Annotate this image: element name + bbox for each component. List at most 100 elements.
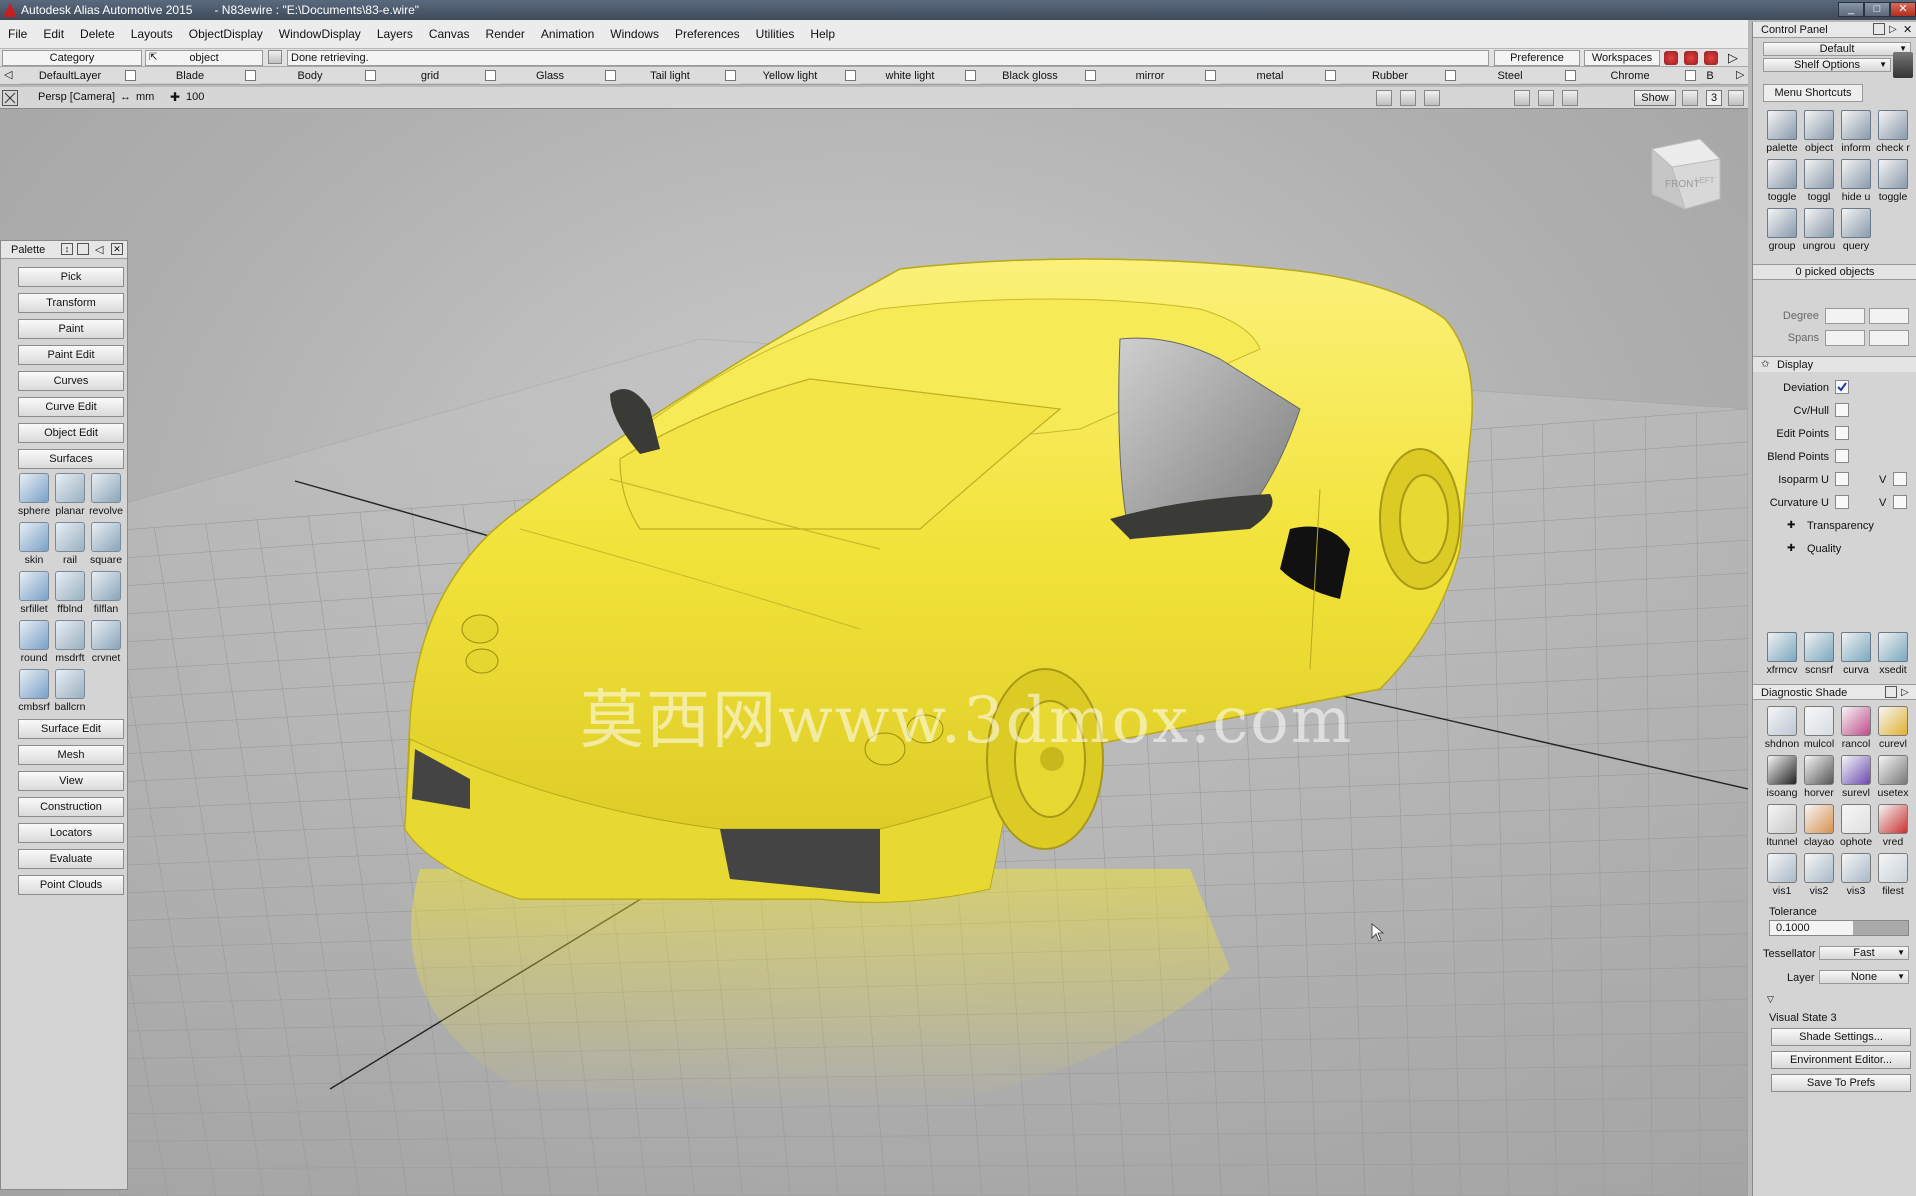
- menu-windows[interactable]: Windows: [602, 27, 667, 41]
- diag-curevl-icon[interactable]: [1878, 706, 1908, 736]
- shelf-mirror[interactable]: mirror: [1100, 68, 1200, 84]
- workspace-tool-icon[interactable]: [1684, 51, 1698, 65]
- minimize-button[interactable]: _: [1838, 2, 1864, 17]
- palette-close-icon[interactable]: ✕: [111, 243, 123, 255]
- menu-render[interactable]: Render: [478, 27, 533, 41]
- shelf-defaultlayer[interactable]: DefaultLayer: [20, 68, 120, 84]
- shelf-checkbox[interactable]: [1565, 70, 1576, 81]
- diag-vis1-icon[interactable]: [1767, 853, 1797, 883]
- expand-arrow-icon[interactable]: ✚: [1787, 520, 1795, 531]
- shelf-checkbox[interactable]: [245, 70, 256, 81]
- diag-vis3-icon[interactable]: [1841, 853, 1871, 883]
- menu-layouts[interactable]: Layouts: [123, 27, 181, 41]
- shelf-tail-light[interactable]: Tail light: [620, 68, 720, 84]
- display-checkbox-v[interactable]: [1893, 472, 1907, 486]
- shelf-metal[interactable]: metal: [1220, 68, 1320, 84]
- transparency-section[interactable]: Transparency: [1807, 520, 1874, 532]
- diag-rancol-icon[interactable]: [1841, 706, 1871, 736]
- menu-shortcuts-tab[interactable]: Menu Shortcuts: [1763, 84, 1863, 102]
- menu-file[interactable]: File: [0, 27, 35, 41]
- display-checkbox-deviation[interactable]: [1835, 380, 1849, 394]
- shelf-body[interactable]: Body: [260, 68, 360, 84]
- menu-edit[interactable]: Edit: [35, 27, 72, 41]
- crvnet-tool-icon[interactable]: [91, 620, 121, 650]
- shortcut-group-icon[interactable]: [1767, 208, 1797, 238]
- shortcut-palette-icon[interactable]: [1767, 110, 1797, 140]
- show-button[interactable]: Show: [1634, 90, 1676, 106]
- palette-locators-button[interactable]: Locators: [18, 823, 124, 843]
- maximize-button[interactable]: □: [1864, 2, 1890, 17]
- palette-curves-button[interactable]: Curves: [18, 371, 124, 391]
- menu-windowdisplay[interactable]: WindowDisplay: [271, 27, 369, 41]
- category-dropdown[interactable]: Category: [2, 50, 142, 66]
- palette-transform-button[interactable]: Transform: [18, 293, 124, 313]
- display-checkbox-v[interactable]: [1893, 495, 1907, 509]
- skin-tool-icon[interactable]: [19, 522, 49, 552]
- quality-section[interactable]: Quality: [1807, 543, 1841, 555]
- shelf-yellow-light[interactable]: Yellow light: [740, 68, 840, 84]
- cp-list-icon[interactable]: [1873, 23, 1885, 35]
- revolve-tool-icon[interactable]: [91, 473, 121, 503]
- diag-usetex-icon[interactable]: [1878, 755, 1908, 785]
- shelf-checkbox[interactable]: [1445, 70, 1456, 81]
- trash-icon[interactable]: [1893, 52, 1913, 78]
- diag-isoang-icon[interactable]: [1767, 755, 1797, 785]
- cmbsrf-tool-icon[interactable]: [19, 669, 49, 699]
- cp-expand-icon[interactable]: ▷: [1889, 22, 1897, 38]
- xfrmcv-tool-icon[interactable]: [1767, 632, 1797, 662]
- shelf-checkbox[interactable]: [125, 70, 136, 81]
- palette-point-clouds-button[interactable]: Point Clouds: [18, 875, 124, 895]
- camera-label[interactable]: Persp [Camera]: [38, 91, 115, 103]
- shelf-white-light[interactable]: white light: [860, 68, 960, 84]
- degree-field-2[interactable]: [1869, 308, 1909, 324]
- display-checkbox-curvature-u[interactable]: [1835, 495, 1849, 509]
- shortcut-hide-u-icon[interactable]: [1841, 159, 1871, 189]
- palette-evaluate-button[interactable]: Evaluate: [18, 849, 124, 869]
- palette-collapse-icon[interactable]: ◁: [95, 241, 103, 259]
- shelf-checkbox[interactable]: [845, 70, 856, 81]
- shelf-checkbox[interactable]: [1205, 70, 1216, 81]
- workspaces-button[interactable]: Workspaces: [1584, 50, 1660, 66]
- palette-view-button[interactable]: View: [18, 771, 124, 791]
- scroll-left-icon[interactable]: ◁: [4, 68, 12, 81]
- shelf-checkbox[interactable]: [605, 70, 616, 81]
- preset-dropdown[interactable]: Default ▼: [1763, 42, 1911, 56]
- shortcut-toggl-icon[interactable]: [1804, 159, 1834, 189]
- spans-field[interactable]: [1825, 330, 1865, 346]
- shortcut-toggle-icon[interactable]: [1878, 159, 1908, 189]
- tolerance-slider[interactable]: 0.1000: [1769, 920, 1909, 936]
- scnsrf-tool-icon[interactable]: [1804, 632, 1834, 662]
- save-view-icon[interactable]: [1400, 90, 1416, 106]
- menu-utilities[interactable]: Utilities: [748, 27, 803, 41]
- cp-close-icon[interactable]: ✕: [1903, 22, 1912, 38]
- viewport-close-icon[interactable]: [2, 90, 18, 106]
- palette-list-icon[interactable]: [77, 243, 89, 255]
- diag-ltunnel-icon[interactable]: [1767, 804, 1797, 834]
- tessellator-dropdown[interactable]: Fast ▼: [1819, 946, 1909, 960]
- palette-surface-edit-button[interactable]: Surface Edit: [18, 719, 124, 739]
- diag-mulcol-icon[interactable]: [1804, 706, 1834, 736]
- menu-preferences[interactable]: Preferences: [667, 27, 748, 41]
- shade-settings-button[interactable]: Shade Settings...: [1771, 1028, 1911, 1046]
- display-checkbox-cv-hull[interactable]: [1835, 403, 1849, 417]
- shelf-checkbox[interactable]: [1325, 70, 1336, 81]
- menu-help[interactable]: Help: [802, 27, 843, 41]
- shelf-options-dropdown[interactable]: Shelf Options ▼: [1763, 58, 1891, 72]
- perspective-viewport[interactable]: FRONT LEFT 莫西网www.3dmox.com: [0, 109, 1748, 1196]
- diag-vred-icon[interactable]: [1878, 804, 1908, 834]
- filflan-tool-icon[interactable]: [91, 571, 121, 601]
- ffblnd-tool-icon[interactable]: [55, 571, 85, 601]
- palette-object-edit-button[interactable]: Object Edit: [18, 423, 124, 443]
- diag-shdnon-icon[interactable]: [1767, 706, 1797, 736]
- pan-icon[interactable]: [1562, 90, 1578, 106]
- object-dropdown[interactable]: ⇱ object: [145, 50, 263, 66]
- tumble-icon[interactable]: [1538, 90, 1554, 106]
- palette-mesh-button[interactable]: Mesh: [18, 745, 124, 765]
- shelf-b[interactable]: B: [1700, 68, 1720, 84]
- diag-clayao-icon[interactable]: [1804, 804, 1834, 834]
- shelf-blade[interactable]: Blade: [140, 68, 240, 84]
- shelf-checkbox[interactable]: [365, 70, 376, 81]
- diag-horver-icon[interactable]: [1804, 755, 1834, 785]
- camera-icon[interactable]: [1376, 90, 1392, 106]
- xsedit-tool-icon[interactable]: [1878, 632, 1908, 662]
